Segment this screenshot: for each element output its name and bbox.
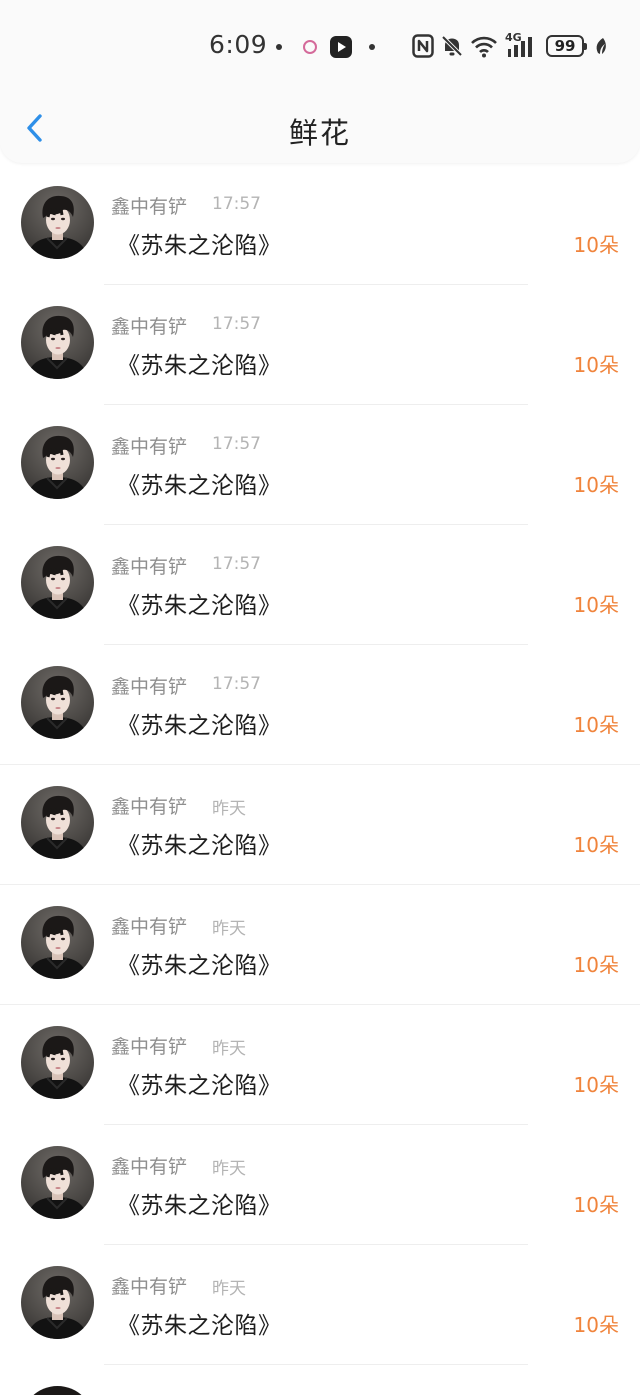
avatar[interactable] [21,426,94,499]
navigation-bar: 鲜花 [0,100,640,158]
flower-count: 10朵 [573,953,619,977]
username: 鑫中有铲 [111,1156,188,1178]
avatar[interactable] [21,666,94,739]
list-item[interactable]: 鑫中有铲 17:57 《苏朱之沦陷》 10朵 [0,285,640,405]
avatar[interactable] [21,306,94,379]
notification-dot-icon [276,44,282,50]
status-time: 6:09 [209,30,268,59]
flower-count: 10朵 [573,473,619,497]
flower-count: 10朵 [573,233,619,257]
username: 鑫中有铲 [111,676,188,698]
username: 鑫中有铲 [111,316,188,338]
video-app-icon [330,36,352,58]
wifi-icon [470,34,498,62]
timestamp: 昨天 [212,1159,246,1179]
avatar[interactable] [21,546,94,619]
status-bar: 6:09 4G 99 [0,26,640,68]
book-title: 《苏朱之沦陷》 [117,353,282,379]
list-item[interactable]: 鑫中有铲 昨天 《苏朱之沦陷》 10朵 [0,765,640,885]
notification-dot-icon [369,44,375,50]
top-bar: 6:09 4G 99 鲜花 [0,0,640,163]
book-title: 《苏朱之沦陷》 [117,593,282,619]
book-title: 《苏朱之沦陷》 [117,1313,282,1339]
book-title: 《苏朱之沦陷》 [117,713,282,739]
flower-count: 10朵 [573,593,619,617]
timestamp: 昨天 [212,799,246,819]
book-title: 《苏朱之沦陷》 [117,1073,282,1099]
timestamp: 17:57 [212,674,261,694]
book-title: 《苏朱之沦陷》 [117,473,282,499]
username: 鑫中有铲 [111,436,188,458]
list-item[interactable]: 鑫中有铲 昨天 《苏朱之沦陷》 10朵 [0,1125,640,1245]
nfc-icon [412,34,434,62]
username: 鑫中有铲 [111,556,188,578]
username: 鑫中有铲 [111,1036,188,1058]
app-notification-icon [303,40,317,54]
timestamp: 昨天 [212,919,246,939]
avatar[interactable] [21,906,94,979]
signal-icon [508,36,538,62]
avatar[interactable] [21,1026,94,1099]
book-title: 《苏朱之沦陷》 [117,233,282,259]
flower-count: 10朵 [573,1313,619,1337]
page-title: 鲜花 [288,116,351,150]
flower-count: 10朵 [573,833,619,857]
battery-indicator: 99 [546,35,587,57]
flower-count: 10朵 [573,1073,619,1097]
timestamp: 17:57 [212,434,261,454]
book-title: 《苏朱之沦陷》 [117,833,282,859]
flower-count: 10朵 [573,713,619,737]
timestamp: 17:57 [212,554,261,574]
list-item[interactable]: 鑫中有铲 17:57 《苏朱之沦陷》 10朵 [0,525,640,645]
book-title: 《苏朱之沦陷》 [117,953,282,979]
list-item[interactable]: 鑫中有铲 17:57 《苏朱之沦陷》 10朵 [0,165,640,285]
bell-muted-icon [440,34,464,62]
timestamp: 昨天 [212,1279,246,1299]
list-item[interactable]: 鑫中有铲 17:57 《苏朱之沦陷》 10朵 [0,405,640,525]
username: 鑫中有铲 [111,196,188,218]
flower-count: 10朵 [573,1193,619,1217]
list-item[interactable]: 鑫中有铲 昨天 《苏朱之沦陷》 10朵 [0,1005,640,1125]
timestamp: 昨天 [212,1039,246,1059]
avatar[interactable] [21,1386,94,1395]
flower-gift-list: 鑫中有铲 17:57 《苏朱之沦陷》 10朵 鑫中有铲 17:57 《苏朱之沦陷… [0,165,640,1395]
username: 鑫中有铲 [111,1276,188,1298]
avatar[interactable] [21,1266,94,1339]
avatar[interactable] [21,786,94,859]
username: 鑫中有铲 [111,796,188,818]
flower-count: 10朵 [573,353,619,377]
list-item[interactable] [0,1365,640,1395]
list-item[interactable]: 鑫中有铲 17:57 《苏朱之沦陷》 10朵 [0,645,640,765]
avatar[interactable] [21,186,94,259]
timestamp: 17:57 [212,314,261,334]
avatar[interactable] [21,1146,94,1219]
username: 鑫中有铲 [111,916,188,938]
leaf-icon [594,37,608,59]
list-item[interactable]: 鑫中有铲 昨天 《苏朱之沦陷》 10朵 [0,885,640,1005]
timestamp: 17:57 [212,194,261,214]
list-item[interactable]: 鑫中有铲 昨天 《苏朱之沦陷》 10朵 [0,1245,640,1365]
book-title: 《苏朱之沦陷》 [117,1193,282,1219]
